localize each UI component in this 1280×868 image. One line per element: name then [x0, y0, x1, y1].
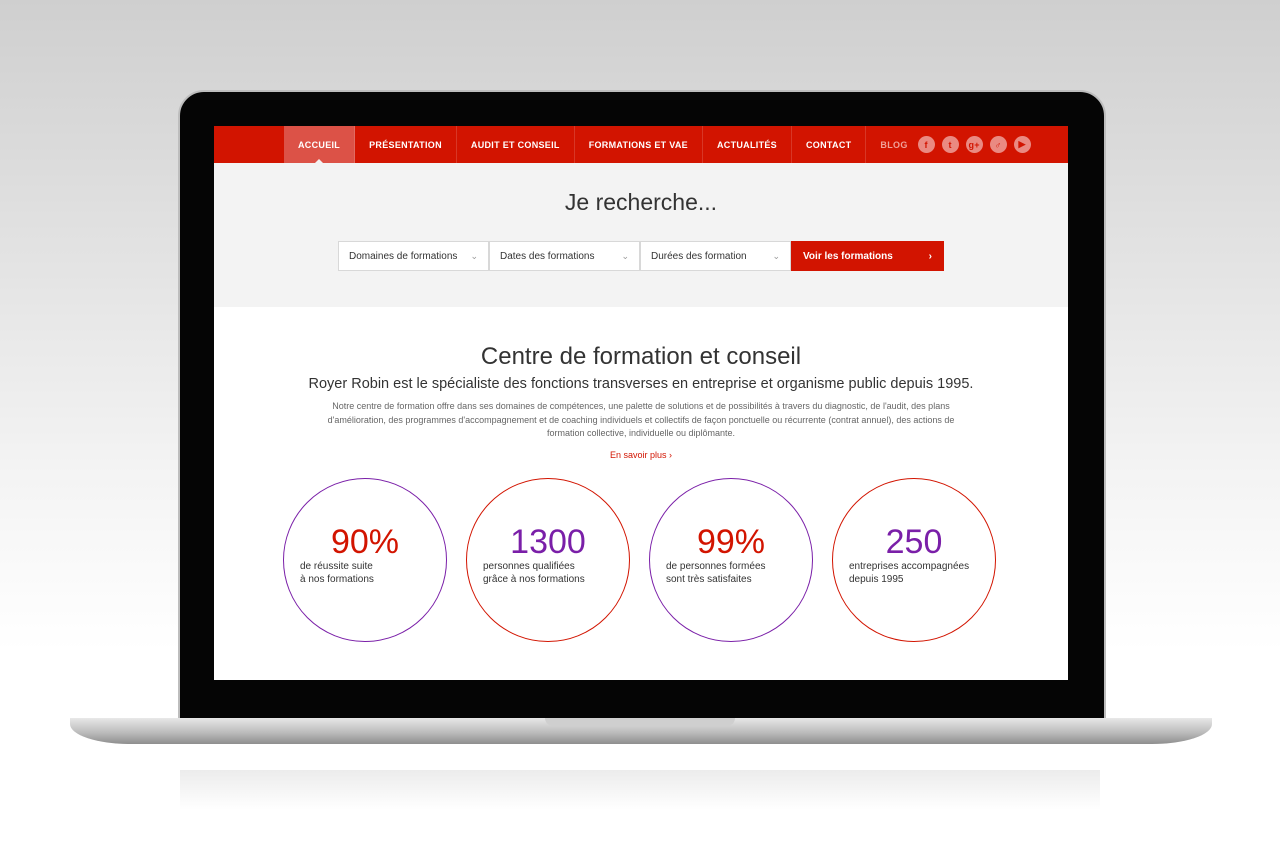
chevron-down-icon: ⌄: [621, 250, 629, 261]
select-label: Domaines de formations: [349, 250, 458, 262]
stat-value: 90%: [330, 523, 400, 561]
stat-circle: 99% de personnes formées sont très satisfa…: [649, 478, 813, 642]
nav-actualites[interactable]: ACTUALITÉS: [703, 126, 792, 163]
stat-label-2: sont très satisfaites: [666, 574, 752, 585]
website-screen: ACCUEIL PRÉSENTATION AUDIT ET CONSEIL FO…: [214, 126, 1068, 680]
button-label: Voir les formations: [803, 250, 893, 262]
nav-blog[interactable]: BLOG: [866, 126, 917, 163]
stat-label-1: entreprises accompagnées: [849, 561, 970, 572]
search-title: Je recherche...: [564, 189, 718, 215]
twitter-icon[interactable]: t: [941, 136, 959, 153]
stat-value: 250: [885, 523, 943, 561]
intro-subtitle: Royer Robin est le spécialiste des fonct…: [308, 376, 974, 392]
nav-presentation[interactable]: PRÉSENTATION: [355, 126, 457, 163]
link-label: En savoir plus: [609, 449, 667, 460]
stat-value: 1300: [510, 523, 586, 561]
male-symbol-icon[interactable]: ♂: [989, 136, 1007, 153]
stat-label-1: de personnes formées: [666, 561, 766, 572]
stat-circle: 1300 personnes qualifiées grâce à nos form…: [466, 478, 630, 642]
domaines-select[interactable]: Domaines de formations ⌄: [338, 241, 489, 271]
voir-formations-button[interactable]: Voir les formations ›: [791, 241, 944, 271]
select-label: Durées des formation: [651, 250, 747, 262]
dates-select[interactable]: Dates des formations ⌄: [489, 241, 640, 271]
nav-accueil[interactable]: ACCUEIL: [284, 126, 356, 163]
nav-formations-vae[interactable]: FORMATIONS ET VAE: [575, 126, 703, 163]
facebook-icon[interactable]: f: [917, 136, 935, 153]
intro-section: Centre de formation et conseil Royer Rob…: [214, 307, 1068, 463]
nav-contact[interactable]: CONTACT: [792, 126, 867, 163]
main-nav: ACCUEIL PRÉSENTATION AUDIT ET CONSEIL FO…: [214, 126, 1068, 163]
nav-audit-conseil[interactable]: AUDIT ET CONSEIL: [457, 126, 575, 163]
chevron-right-icon: ›: [928, 250, 932, 262]
select-label: Dates des formations: [500, 250, 595, 262]
google-plus-icon[interactable]: g+: [965, 136, 983, 153]
chevron-right-icon: ›: [669, 449, 673, 460]
stat-label-1: de réussite suite: [300, 561, 373, 572]
stat-label-2: à nos formations: [300, 574, 374, 585]
intro-title: Centre de formation et conseil: [480, 343, 802, 370]
intro-body: Notre centre de formation offre dans ses…: [327, 401, 955, 438]
stat-value: 99%: [696, 523, 766, 561]
chevron-down-icon: ⌄: [772, 250, 780, 261]
laptop-reflection: [180, 770, 1100, 810]
play-icon[interactable]: ▶: [1013, 136, 1031, 153]
stat-label-2: grâce à nos formations: [483, 574, 585, 585]
stat-label-2: depuis 1995: [849, 574, 904, 585]
laptop-notch: [545, 718, 735, 726]
chevron-down-icon: ⌄: [470, 250, 478, 261]
stats-row: 90% de réussite suite à nos formations 130…: [283, 478, 1015, 642]
en-savoir-plus-link[interactable]: En savoir plus ›: [610, 450, 672, 460]
stat-circle: 90% de réussite suite à nos formations: [283, 478, 447, 642]
durees-select[interactable]: Durées des formation ⌄: [640, 241, 791, 271]
stat-circle: 250 entreprises accompagnées depuis 1995: [832, 478, 996, 642]
search-panel: Je recherche... Domaines de formations ⌄ …: [214, 163, 1068, 307]
stat-label-1: personnes qualifiées: [483, 561, 575, 572]
